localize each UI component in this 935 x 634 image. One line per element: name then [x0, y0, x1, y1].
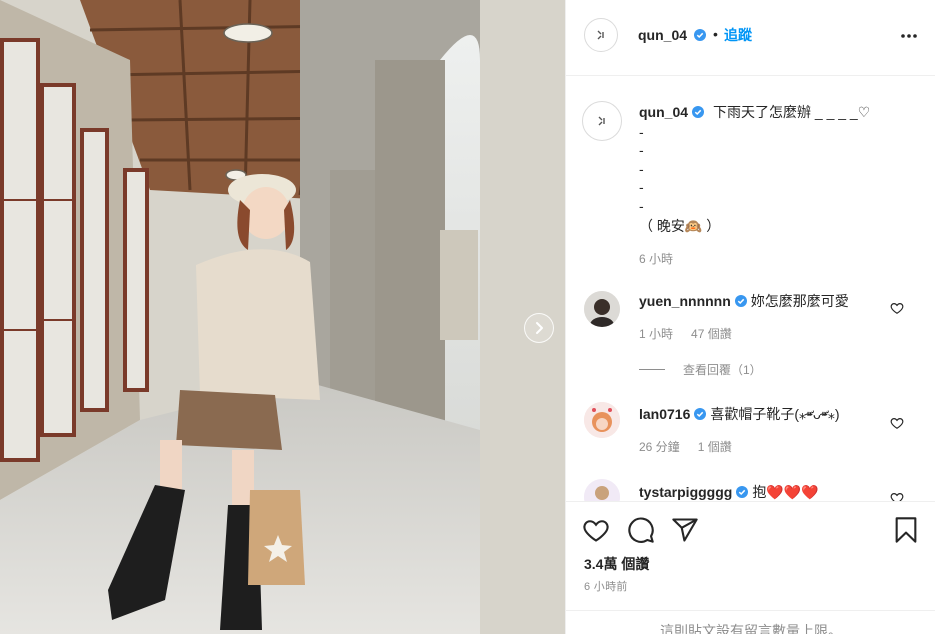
- header-separator: •: [713, 26, 718, 42]
- verified-badge-icon: [734, 295, 747, 307]
- follow-button[interactable]: 追蹤: [724, 27, 752, 43]
- caption-line: （ 晚安🙉 ）: [639, 218, 721, 234]
- comment-likes[interactable]: 47 個讚: [691, 327, 732, 341]
- caption-line: -: [639, 198, 644, 214]
- comment-content: yuen_nnnnnn 妳怎麼那麼可愛: [639, 293, 849, 309]
- verified-badge-icon: [692, 106, 705, 118]
- commenter-avatar[interactable]: [584, 291, 620, 327]
- view-replies-label: 查看回覆（1）: [683, 363, 762, 377]
- caption-time[interactable]: 6 小時: [639, 252, 673, 266]
- avatar-image: [584, 291, 620, 327]
- chevron-right-icon: [536, 322, 543, 334]
- author-avatar[interactable]: [584, 18, 618, 52]
- author-username[interactable]: qun_04: [638, 27, 687, 43]
- comment-likes[interactable]: 1 個讚: [698, 440, 732, 454]
- commenter-avatar[interactable]: [584, 402, 620, 438]
- caption-line: -: [639, 161, 644, 177]
- commenter-username[interactable]: yuen_nnnnnn: [639, 293, 731, 309]
- bookmark-icon[interactable]: [892, 516, 920, 544]
- heart-icon[interactable]: [890, 416, 904, 430]
- comment-meta: 1 小時 47 個讚: [639, 327, 750, 341]
- caption-username-text[interactable]: qun_04: [639, 104, 688, 120]
- post-actions: 3.4萬 個讚 6 小時前 這則貼文設有留言數量上限。: [566, 501, 935, 634]
- commenter-avatar[interactable]: [584, 479, 620, 501]
- photo-illustration: [0, 0, 565, 634]
- replies-divider: [639, 369, 665, 370]
- avatar-image: [584, 402, 620, 438]
- avatar-image: [584, 479, 620, 501]
- caption-avatar[interactable]: [582, 101, 622, 141]
- verified-badge-icon: [694, 29, 706, 41]
- comment-time[interactable]: 26 分鐘: [639, 440, 680, 454]
- heart-icon[interactable]: [890, 491, 904, 501]
- caption-username[interactable]: qun_04: [639, 104, 705, 120]
- heart-icon[interactable]: [890, 301, 904, 315]
- posted-time[interactable]: 6 小時前: [584, 580, 628, 594]
- verified-badge-icon: [736, 486, 749, 498]
- post-photo[interactable]: [0, 0, 565, 634]
- author-logo-icon: [597, 30, 604, 40]
- views-count[interactable]: 3.4萬 個讚: [584, 555, 649, 573]
- commenter-username[interactable]: tystarpiggggg: [639, 484, 732, 500]
- comments-list[interactable]: qun_04 下雨天了怎麼辦 _ _ _ _♡ - - - - - （ 晚安🙉 …: [566, 77, 935, 501]
- comment-text: 喜歡帽子靴子(⁎⁍̴̛ᴗ⁍̴̛⁎): [710, 406, 840, 422]
- caption-line: -: [639, 124, 644, 140]
- comment-meta: 26 分鐘 1 個讚: [639, 440, 750, 454]
- commenter-username[interactable]: lan0716: [639, 406, 690, 422]
- share-icon[interactable]: [671, 516, 699, 544]
- view-replies-button[interactable]: 查看回覆（1）: [639, 363, 762, 377]
- post-header: qun_04 • 追蹤: [566, 0, 935, 76]
- comment-time[interactable]: 1 小時: [639, 327, 673, 341]
- comment-icon[interactable]: [627, 516, 655, 544]
- post-panel: qun_04 • 追蹤 qun_04 下雨天了怎麼辦 _ _ _ _♡ - - …: [565, 0, 935, 634]
- heart-icon[interactable]: [582, 516, 610, 544]
- caption-line: -: [639, 142, 644, 158]
- author-logo-icon: [598, 116, 605, 126]
- caption-line: -: [639, 179, 644, 195]
- caption-text: 下雨天了怎麼辦 _ _ _ _♡: [713, 104, 871, 120]
- comment-limit-bar: 這則貼文設有留言數量上限。: [566, 610, 935, 634]
- next-photo-button[interactable]: [524, 313, 554, 343]
- comment-content: tystarpiggggg 抱❤️❤️❤️: [639, 484, 819, 500]
- comment-limit-notice: 這則貼文設有留言數量上限。: [660, 623, 842, 634]
- comment-text: 妳怎麼那麼可愛: [750, 293, 849, 309]
- comment-content: lan0716 喜歡帽子靴子(⁎⁍̴̛ᴗ⁍̴̛⁎): [639, 406, 840, 422]
- verified-badge-icon: [694, 408, 707, 420]
- comment-text: 抱❤️❤️❤️: [752, 484, 819, 500]
- more-options-icon[interactable]: [899, 26, 919, 46]
